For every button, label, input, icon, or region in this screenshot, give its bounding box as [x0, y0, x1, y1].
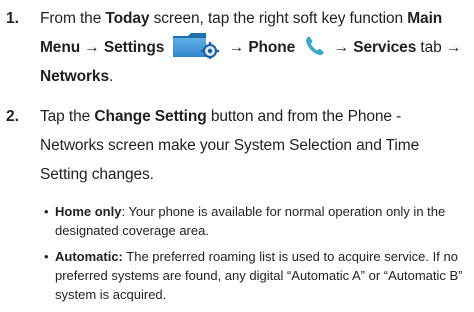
networks-label: Networks: [40, 68, 109, 85]
phone-label: Phone: [248, 39, 296, 56]
services-label: Services: [353, 39, 417, 56]
text-run: screen, tap the right soft key function: [149, 10, 408, 27]
bullet-dot: •: [44, 204, 49, 219]
today-label: Today: [105, 10, 150, 27]
step-number: 2.: [6, 108, 19, 125]
step-2: 2. Tap the Change Setting button and fro…: [0, 102, 474, 192]
text-run: Tap the: [40, 108, 95, 125]
bullet-text: Home only: Your phone is available for n…: [55, 202, 470, 240]
settings-label: Settings: [103, 39, 165, 56]
folder-gear-icon: [170, 31, 222, 59]
manual-page: 1. From the Today screen, tap the right …: [0, 0, 474, 312]
phone-handset-icon: [303, 34, 327, 58]
step-1: 1. From the Today screen, tap the right …: [0, 4, 474, 90]
text-run: From the: [40, 10, 106, 27]
text-run: .: [108, 68, 114, 85]
text-run: tab →: [416, 39, 462, 56]
arrow: →: [329, 39, 354, 56]
step-number: 1.: [6, 10, 19, 27]
bullet-label: Home only: [55, 204, 122, 219]
bullet-label: Automatic:: [55, 249, 123, 264]
step-text: Tap the Change Setting button and from t…: [40, 102, 466, 189]
bullet-dot: •: [44, 249, 49, 264]
bullet-text: Automatic: The preferred roaming list is…: [55, 247, 470, 304]
step-text: From the Today screen, tap the right sof…: [40, 4, 466, 91]
arrow: →: [80, 39, 104, 56]
change-setting-label: Change Setting: [94, 108, 207, 125]
arrow: →: [224, 39, 249, 56]
